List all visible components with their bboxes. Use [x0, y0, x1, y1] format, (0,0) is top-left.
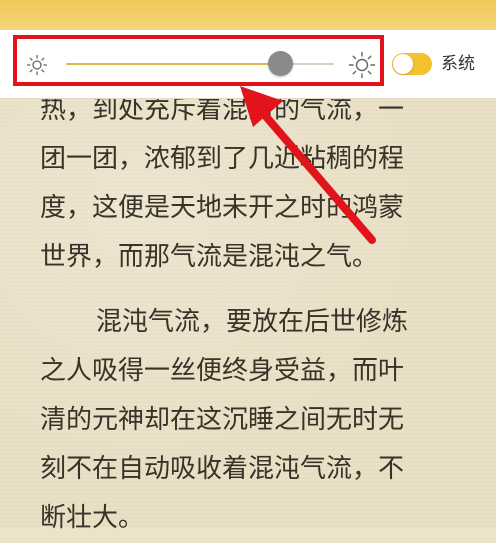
- annotation-arrow-icon: [240, 86, 376, 244]
